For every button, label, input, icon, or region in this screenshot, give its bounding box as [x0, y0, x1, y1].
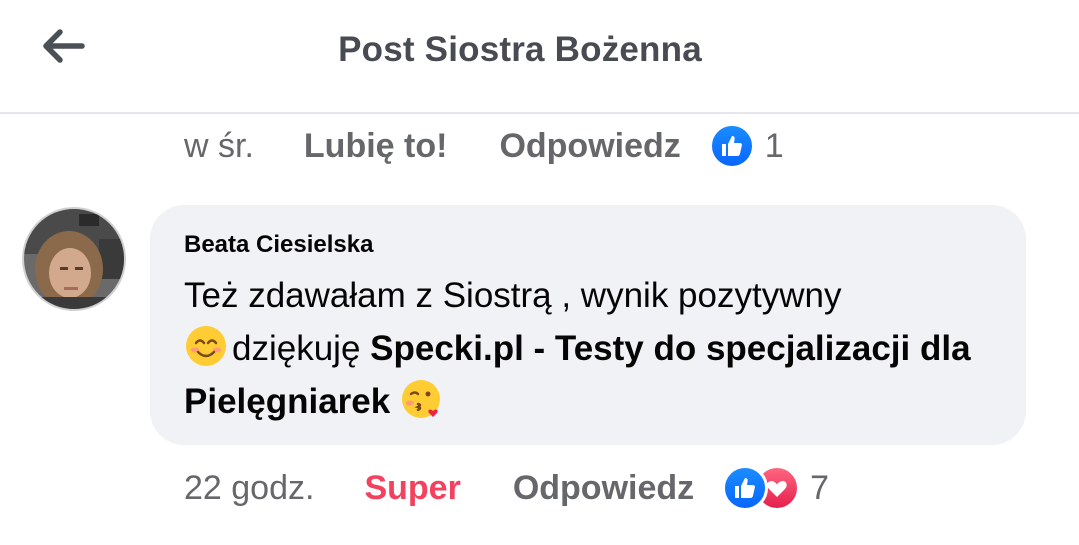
- like-button[interactable]: Lubię to!: [304, 127, 448, 166]
- reaction-summary[interactable]: 7: [722, 465, 829, 511]
- like-reaction-icon: [722, 465, 769, 511]
- comment-text: Też zdawałam z Siostrą , wynik pozytywny…: [184, 269, 994, 428]
- comment-author[interactable]: Beata Ciesielska: [184, 231, 994, 259]
- reply-button[interactable]: Odpowiedz: [499, 127, 680, 166]
- comment-timestamp[interactable]: 22 godz.: [184, 469, 314, 508]
- page-title: Post Siostra Bożenna: [338, 30, 702, 69]
- comment-actions: 22 godz. Super Odpowiedz 7: [184, 463, 829, 513]
- like-reaction-icon: [708, 123, 755, 169]
- reaction-count: 1: [764, 126, 784, 165]
- avatar[interactable]: [22, 207, 126, 311]
- comment-timestamp[interactable]: w śr.: [184, 127, 254, 166]
- face-blowing-kiss-icon: [400, 377, 444, 421]
- comment-text-part2: dziękuję: [232, 329, 371, 368]
- smiling-face-icon: [184, 324, 228, 368]
- super-reaction-button[interactable]: Super: [364, 469, 460, 508]
- comment-text-part1: Też zdawałam z Siostrą , wynik pozytywny: [184, 276, 842, 315]
- reaction-summary[interactable]: 1: [708, 123, 784, 169]
- reaction-count: 7: [810, 468, 830, 507]
- top-app-bar: Post Siostra Bożenna: [0, 0, 1079, 114]
- reply-button[interactable]: Odpowiedz: [513, 469, 694, 508]
- comment-bubble[interactable]: Beata Ciesielska Też zdawałam z Siostrą …: [150, 205, 1026, 445]
- previous-comment-actions: w śr. Lubię to! Odpowiedz 1: [184, 121, 784, 171]
